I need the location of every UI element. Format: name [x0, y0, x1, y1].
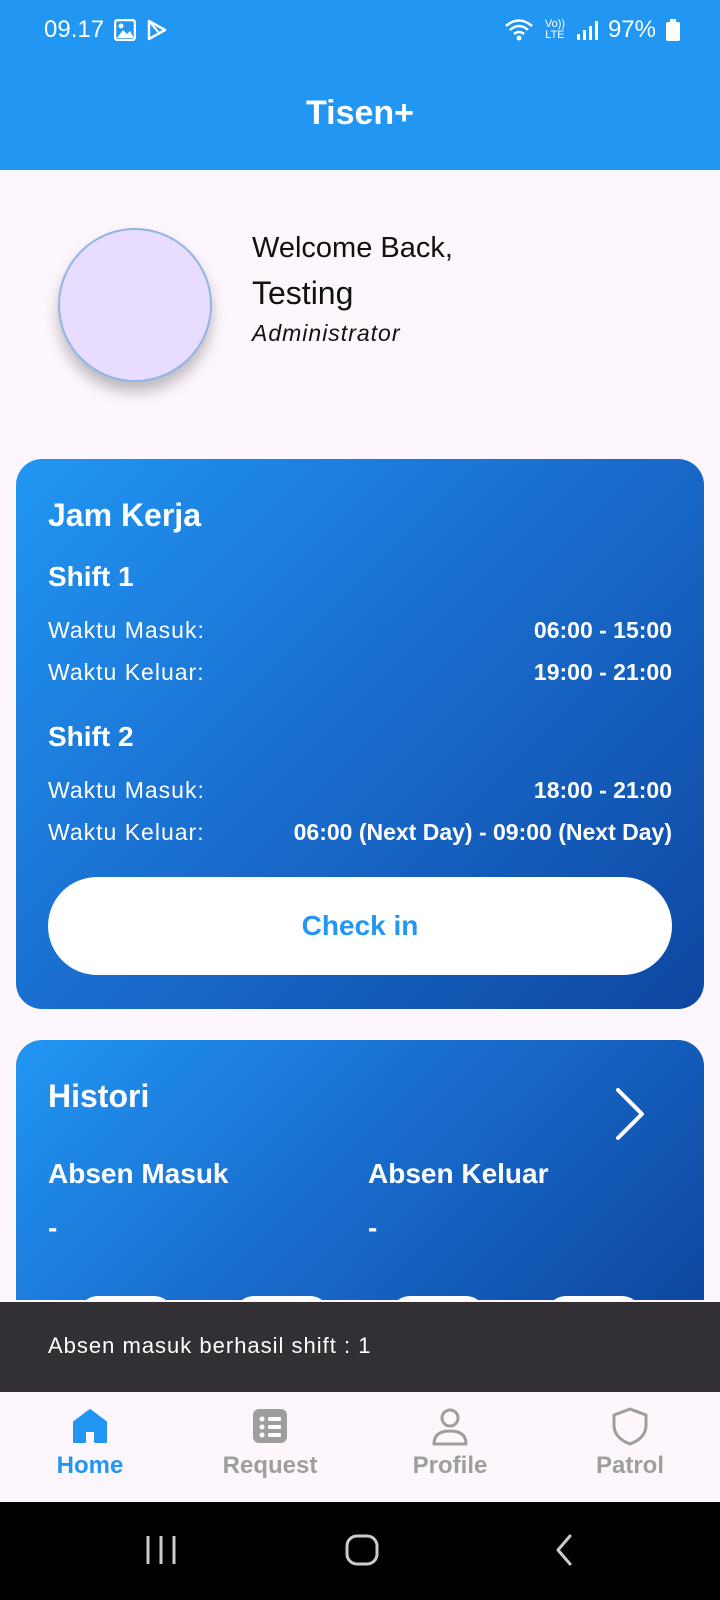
shift-1-keluar-value: 19:00 - 21:00 — [533, 659, 672, 685]
user-name: Testing — [252, 275, 354, 311]
chevron-right-icon[interactable] — [612, 1086, 648, 1142]
absen-keluar-value: - — [368, 1212, 378, 1243]
histori-title: Histori — [48, 1078, 150, 1114]
absen-keluar-label: Absen Keluar — [368, 1158, 549, 1189]
history-pill — [390, 1296, 486, 1300]
histori-card[interactable]: Histori Absen Masuk - Absen Keluar - — [16, 1040, 704, 1300]
history-pill — [78, 1296, 174, 1300]
avatar[interactable] — [58, 228, 212, 382]
home-icon — [73, 1409, 107, 1443]
shift-2-masuk-label: Waktu Masuk: — [48, 777, 205, 803]
battery-icon — [666, 19, 680, 41]
history-pill — [234, 1296, 330, 1300]
battery-percent: 97% — [607, 16, 656, 43]
nav-profile[interactable]: Profile — [380, 1406, 520, 1480]
shift-2-title: Shift 2 — [48, 721, 134, 752]
nav-patrol-label: Patrol — [595, 1452, 664, 1479]
nav-profile-label: Profile — [412, 1452, 488, 1479]
history-pill — [546, 1296, 642, 1300]
nav-request-label: Request — [222, 1452, 318, 1479]
snackbar-message: Absen masuk berhasil shift : 1 — [48, 1333, 372, 1358]
status-bar-left: 09.17 — [44, 16, 168, 44]
shift-2-keluar-label: Waktu Keluar: — [48, 819, 205, 845]
nav-home[interactable]: Home — [20, 1406, 160, 1480]
shift-2-keluar-row: Waktu Keluar: 06:00 (Next Day) - 09:00 (… — [48, 819, 672, 846]
signal-icon — [576, 21, 598, 40]
wifi-icon — [505, 19, 533, 41]
nav-request[interactable]: Request — [200, 1406, 340, 1480]
status-bar-right: Vo)) LTE 97% — [504, 16, 680, 44]
shift-1-keluar-row: Waktu Keluar: 19:00 - 21:00 — [48, 659, 672, 686]
shield-icon — [612, 1407, 648, 1446]
gallery-icon — [114, 19, 137, 41]
check-in-button[interactable]: Check in — [48, 877, 672, 975]
user-role: Administrator — [252, 320, 401, 346]
shift-1-masuk-value: 06:00 - 15:00 — [533, 617, 672, 643]
play-store-icon — [147, 19, 167, 41]
recent-apps-icon[interactable] — [144, 1530, 178, 1570]
shift-1-masuk-label: Waktu Masuk: — [48, 617, 205, 643]
shift-1-title: Shift 1 — [48, 561, 134, 592]
nav-patrol[interactable]: Patrol — [560, 1406, 700, 1480]
shift-2-keluar-value: 06:00 (Next Day) - 09:00 (Next Day) — [293, 819, 672, 845]
absen-masuk-label: Absen Masuk — [48, 1158, 229, 1189]
nav-home-label: Home — [56, 1452, 124, 1479]
shift-2-masuk-row: Waktu Masuk: 18:00 - 21:00 — [48, 777, 672, 804]
home-button-icon[interactable] — [344, 1530, 380, 1570]
app-top-bar: 09.17 Vo)) LTE 97% Tisen+ — [0, 0, 720, 170]
list-icon — [253, 1409, 287, 1443]
shift-1-keluar-label: Waktu Keluar: — [48, 659, 205, 685]
shift-1-masuk-row: Waktu Masuk: 06:00 - 15:00 — [48, 617, 672, 644]
absen-masuk-value: - — [48, 1212, 58, 1243]
person-icon — [432, 1408, 468, 1446]
bottom-navigation: Home Request Profile Patrol — [0, 1392, 720, 1502]
jam-kerja-title: Jam Kerja — [48, 497, 201, 533]
volte-icon: Vo)) LTE — [544, 18, 566, 41]
back-icon[interactable] — [552, 1530, 576, 1570]
shift-2-masuk-value: 18:00 - 21:00 — [533, 777, 672, 803]
app-title: Tisen+ — [305, 94, 415, 132]
system-navigation-bar — [0, 1502, 720, 1600]
jam-kerja-card: Jam Kerja Shift 1 Waktu Masuk: 06:00 - 1… — [16, 459, 704, 1009]
welcome-text: Welcome Back, — [252, 232, 453, 264]
snackbar: Absen masuk berhasil shift : 1 — [0, 1302, 720, 1392]
status-time: 09.17 — [44, 16, 105, 43]
